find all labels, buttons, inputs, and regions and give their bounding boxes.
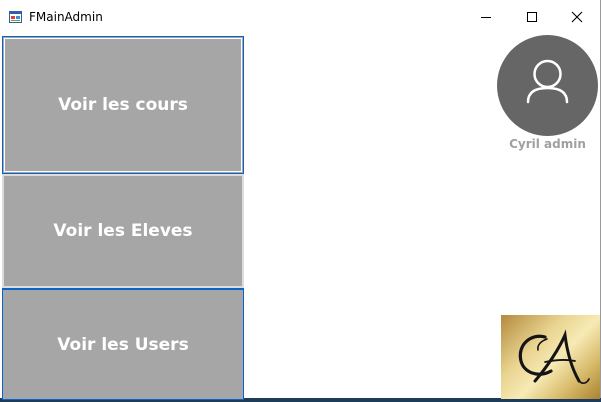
user-avatar-icon <box>526 59 569 104</box>
ca-monogram-logo <box>501 315 600 399</box>
view-users-button[interactable]: Voir les Users <box>2 288 244 400</box>
view-students-label: Voir les Eleves <box>53 221 193 241</box>
window-title: FMainAdmin <box>29 10 103 24</box>
close-icon <box>571 11 583 23</box>
maximize-button[interactable] <box>509 0 555 34</box>
maximize-icon <box>527 12 537 22</box>
close-button[interactable] <box>554 0 600 34</box>
view-users-label: Voir les Users <box>57 334 189 355</box>
view-courses-label: Voir les cours <box>58 95 188 115</box>
view-courses-button[interactable]: Voir les cours <box>2 36 244 174</box>
title-bar[interactable]: FMainAdmin <box>0 0 600 34</box>
user-name-label: Cyril admin <box>509 137 586 151</box>
minimize-icon <box>481 17 491 18</box>
form-app-icon <box>9 11 22 23</box>
view-students-button[interactable]: Voir les Eleves <box>2 174 244 288</box>
avatar[interactable] <box>497 35 598 136</box>
main-admin-window: FMainAdmin Voir les cours Voir les Eleve… <box>0 0 601 400</box>
minimize-button[interactable] <box>463 0 509 34</box>
